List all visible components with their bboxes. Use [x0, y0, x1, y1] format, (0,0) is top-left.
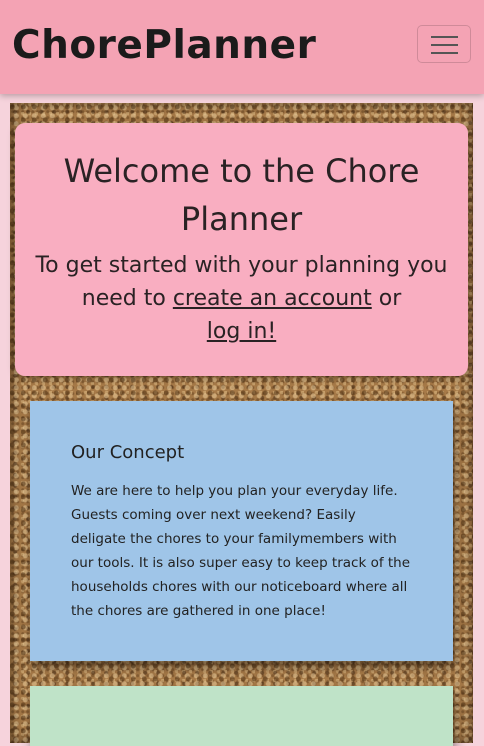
navbar: ChorePlanner: [0, 0, 484, 94]
welcome-text-middle: or: [371, 286, 402, 311]
welcome-card: Welcome to the Chore Planner To get star…: [15, 123, 468, 376]
hamburger-menu-icon: [431, 36, 458, 38]
welcome-text: To get started with your planning you ne…: [31, 249, 452, 348]
next-card: [30, 686, 453, 746]
hamburger-menu-icon-bar: [431, 44, 458, 46]
concept-card: Our Concept We are here to help you plan…: [30, 401, 453, 661]
welcome-title: Welcome to the Chore Planner: [63, 152, 420, 238]
brand-logo[interactable]: ChorePlanner: [12, 20, 316, 72]
concept-body: We are here to help you plan your everyd…: [71, 483, 411, 619]
create-account-link[interactable]: create an account: [173, 286, 372, 311]
navbar-toggler-button[interactable]: [417, 25, 471, 63]
concept-title: Our Concept: [71, 442, 185, 463]
login-link[interactable]: log in!: [207, 319, 276, 344]
hamburger-menu-icon-bar: [431, 52, 458, 54]
